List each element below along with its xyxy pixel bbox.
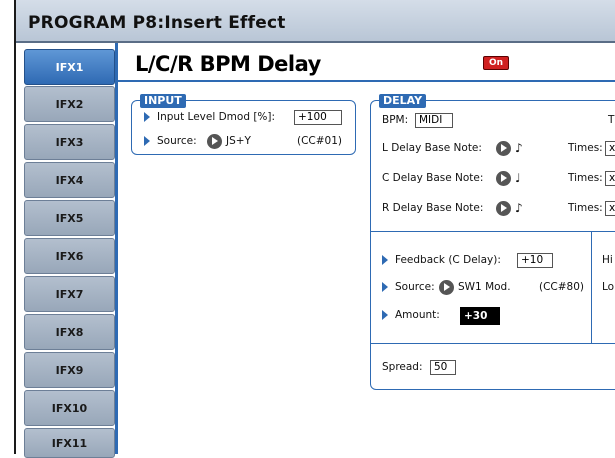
mod-arrow-icon [144,136,150,146]
delay-column-divider [591,231,592,343]
tab-ifx5[interactable]: IFX5 [24,200,115,236]
mod-arrow-icon [382,255,388,265]
tab-ifx8[interactable]: IFX8 [24,314,115,350]
tab-ifx4[interactable]: IFX4 [24,162,115,198]
c-times-field[interactable]: x1 [605,171,615,186]
tab-ifx2[interactable]: IFX2 [24,86,115,122]
spread-label: Spread: [382,361,423,373]
header-separator [118,80,615,82]
feedback-source-value[interactable]: SW1 Mod. [458,281,511,293]
input-source-value[interactable]: JS+Y [226,135,251,147]
r-times-label: Times: [568,202,603,214]
l-delay-base-note-label: L Delay Base Note: [382,142,482,154]
title-bar: PROGRAM P8:Insert Effect [16,0,615,43]
c-delay-base-note-label: C Delay Base Note: [382,172,484,184]
c-times-label: Times: [568,172,603,184]
r-note-value[interactable]: ♪ [515,201,523,215]
mod-arrow-icon [382,310,388,320]
tab-ifx7[interactable]: IFX7 [24,276,115,312]
input-source-cc: (CC#01) [297,135,343,147]
high-label-truncated: Hi [602,254,613,266]
delay-panel: DELAY BPM: MIDI Ti L Delay Base Note: ♪ … [370,94,615,390]
l-note-value[interactable]: ♪ [515,141,523,155]
l-note-select-icon[interactable] [496,141,511,156]
mod-arrow-icon [382,282,388,292]
input-level-dmod-field[interactable]: +100 [294,110,342,125]
page-title: PROGRAM P8:Insert Effect [28,13,286,33]
screen-left-margin [0,0,14,454]
tab-ifx6[interactable]: IFX6 [24,238,115,274]
r-times-field[interactable]: x1 [605,201,615,216]
input-source-label: Source: [157,135,197,147]
source-select-icon[interactable] [207,134,222,149]
input-panel-label: INPUT [140,94,186,108]
input-level-dmod-label: Input Level Dmod [%]: [157,111,276,123]
tab-ifx10[interactable]: IFX10 [24,390,115,426]
feedback-label: Feedback (C Delay): [395,254,501,266]
tab-ifx3[interactable]: IFX3 [24,124,115,160]
feedback-source-label: Source: [395,281,435,293]
feedback-source-cc: (CC#80) [539,281,585,293]
bpm-label: BPM: [382,114,409,126]
time-label-truncated: Ti [608,114,615,126]
bpm-field[interactable]: MIDI [415,113,453,128]
amount-label: Amount: [395,309,440,321]
feedback-source-select-icon[interactable] [439,280,454,295]
r-note-select-icon[interactable] [496,201,511,216]
spread-section-divider [371,343,615,344]
l-times-field[interactable]: x3 [605,141,615,156]
mod-arrow-icon [144,112,150,122]
l-times-label: Times: [568,142,603,154]
effect-editor: L/C/R BPM Delay On INPUT Input Level Dmo… [115,43,615,454]
spread-field[interactable]: 50 [430,360,456,375]
effect-on-button[interactable]: On [483,56,509,70]
tab-ifx9[interactable]: IFX9 [24,352,115,388]
tab-ifx1[interactable]: IFX1 [24,49,115,85]
feedback-field[interactable]: +10 [517,253,553,268]
ifx-tab-strip: IFX1 IFX2 IFX3 IFX4 IFX5 IFX6 IFX7 IFX8 … [16,43,115,458]
c-note-value[interactable]: ♩ [515,171,521,185]
r-delay-base-note-label: R Delay Base Note: [382,202,484,214]
c-note-select-icon[interactable] [496,171,511,186]
low-label-truncated: Lo [602,281,615,293]
input-panel: INPUT Input Level Dmod [%]: +100 Source:… [131,94,356,155]
delay-section-divider [371,231,615,232]
effect-name: L/C/R BPM Delay [135,52,321,76]
amount-field[interactable]: +30 [460,307,500,325]
delay-panel-label: DELAY [379,94,427,108]
